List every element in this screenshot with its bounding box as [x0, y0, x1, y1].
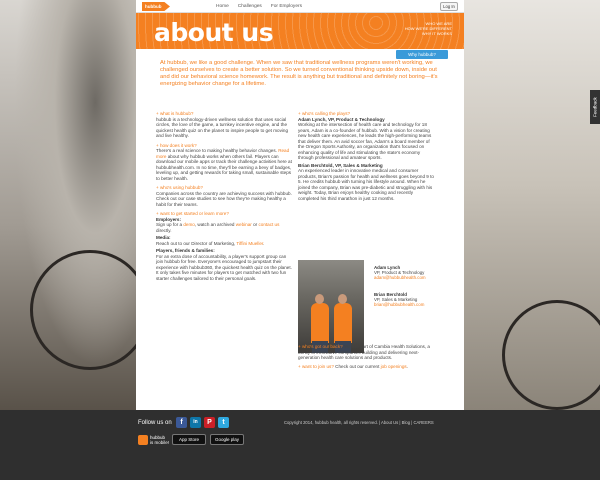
facebook-icon[interactable]: f	[176, 417, 187, 428]
feedback-tab[interactable]: Feedback	[590, 90, 600, 124]
adam-email-link[interactable]: adam@hubbubhealth.com	[374, 275, 426, 280]
hubbub-app-icon	[138, 435, 148, 445]
who-using-text: Companies across the country are achievi…	[156, 190, 292, 207]
right-column-bottom: + who's got our back? We are part of Cam…	[298, 344, 435, 371]
how-text: There's a real science to making healthy…	[156, 148, 292, 181]
join-text: + want to join us? Check out our current…	[298, 363, 408, 369]
nav-for-employers[interactable]: For Employers	[271, 4, 302, 9]
background-photo-left	[0, 0, 150, 410]
follow-us-label: Follow us on	[138, 420, 172, 426]
join-heading: + want to join us?	[298, 363, 334, 369]
pinterest-icon[interactable]: P	[204, 417, 215, 428]
brian-email-link[interactable]: brian@hubbubhealth.com	[374, 302, 424, 307]
footer: Follow us on f in P t hubbub is mobile! …	[0, 410, 600, 480]
footer-link-careers[interactable]: CAREERS	[413, 420, 433, 425]
google-play-badge[interactable]: Google play	[210, 434, 244, 445]
person-adam	[311, 303, 329, 343]
demo-link[interactable]: demo	[183, 222, 195, 227]
content-page: about us WHO WE ARE HOW WE'RE DIFFERENT …	[136, 13, 464, 410]
app-store-badge[interactable]: App Store	[172, 434, 206, 445]
hero-banner: about us WHO WE ARE HOW WE'RE DIFFERENT …	[136, 13, 464, 49]
main-nav: Home Challenges For Employers	[216, 4, 302, 9]
caption-brian: Brian Berchtold VP, Sales & Marketing br…	[374, 292, 424, 308]
person-brian	[334, 303, 352, 343]
webinar-link[interactable]: webinar	[236, 222, 252, 227]
intro-paragraph: At hubbub, we like a good challenge. Whe…	[160, 60, 438, 87]
login-button[interactable]: Log In	[440, 2, 458, 11]
back-text: + who's got our back? We are part of Cam…	[298, 344, 430, 360]
mobile-label: hubbub is mobile!	[150, 435, 170, 445]
what-text: hubbub is a technology-driven wellness s…	[156, 116, 289, 139]
left-column: + what is hubbub? hubbub is a technology…	[156, 111, 293, 283]
team-photo	[298, 260, 364, 353]
footer-copyright: Copyright 2014, hubbub health, all right…	[284, 420, 434, 425]
players-text: For an extra dose of accountability, a p…	[156, 253, 292, 281]
employers-text: Sign up for a demo, watch an archived we…	[156, 222, 280, 233]
bicycle-wheel	[30, 250, 150, 370]
nav-challenges[interactable]: Challenges	[238, 4, 262, 9]
footer-link-about[interactable]: About Us	[381, 420, 398, 425]
footer-link-blog[interactable]: Blog	[402, 420, 410, 425]
bicycle-wheel	[502, 300, 600, 410]
nav-home[interactable]: Home	[216, 4, 229, 9]
linkedin-icon[interactable]: in	[190, 417, 201, 428]
hero-links: WHO WE ARE HOW WE'RE DIFFERENT WHY IT WO…	[405, 21, 452, 36]
person-brian-head	[338, 294, 347, 304]
media-text: Reach out to our Director of Marketing, …	[156, 240, 265, 246]
adam-bio: Working at the intersection of health ca…	[298, 122, 432, 160]
person-adam-head	[315, 294, 324, 304]
page-title: about us	[154, 18, 274, 47]
top-navigation-bar: hubbub Home Challenges For Employers Log…	[136, 0, 464, 13]
marketing-contact-link[interactable]: Tiffini Mueller	[236, 241, 263, 246]
why-hubbub-button[interactable]: Why hubbub?	[396, 50, 448, 59]
right-column: + who's calling the plays? Adam Lynch, V…	[298, 111, 435, 203]
contact-us-link[interactable]: contact us	[258, 222, 279, 227]
background-photo-right	[462, 0, 600, 410]
hero-link-why[interactable]: WHY IT WORKS	[405, 31, 452, 36]
hubbub-logo[interactable]: hubbub	[142, 2, 170, 11]
caption-adam: Adam Lynch VP, Product & Technology adam…	[374, 265, 426, 281]
back-heading: + who's got our back?	[298, 344, 343, 349]
twitter-icon[interactable]: t	[218, 417, 229, 428]
job-openings-link[interactable]: job openings	[381, 364, 407, 369]
brian-bio: An experienced leader in innovative medi…	[298, 168, 434, 201]
